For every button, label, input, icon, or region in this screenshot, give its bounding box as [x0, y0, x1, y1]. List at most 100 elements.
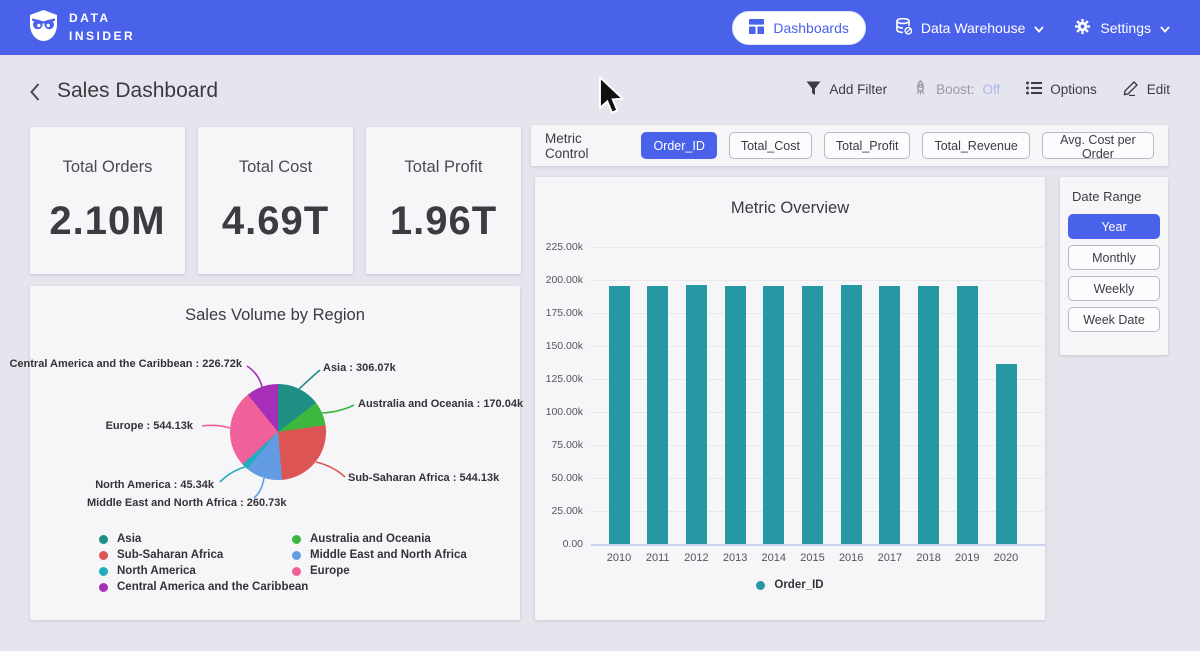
chevron-down-icon — [1034, 20, 1044, 36]
bar-2013[interactable] — [725, 286, 746, 544]
bar-2020[interactable] — [996, 364, 1017, 544]
pencil-icon — [1123, 80, 1139, 99]
brand-logo[interactable]: DATA INSIDER — [30, 10, 135, 46]
y-axis-tick-label: 225.00k — [535, 241, 583, 253]
y-axis-tick-label: 200.00k — [535, 274, 583, 286]
x-axis-tick-label: 2020 — [984, 552, 1028, 564]
bar-legend-item[interactable]: Order_ID — [535, 579, 1045, 591]
rocket-icon — [913, 80, 928, 99]
legend-dot-icon — [292, 551, 301, 560]
funnel-icon — [806, 81, 821, 99]
back-button[interactable] — [28, 82, 48, 102]
date-range-weekly[interactable]: Weekly — [1068, 276, 1160, 301]
boost-state-value: Off — [982, 82, 1000, 97]
bar-chart-title: Metric Overview — [535, 199, 1045, 218]
bar-2017[interactable] — [879, 286, 900, 544]
legend-dot-icon — [756, 581, 765, 590]
kpi-label: Total Cost — [239, 158, 312, 177]
bar-2015[interactable] — [802, 286, 823, 544]
legend-dot-icon — [99, 535, 108, 544]
pie-slice-label-central-america-and-the-caribbean: Central America and the Caribbean : 226.… — [9, 358, 242, 370]
page-title: Sales Dashboard — [57, 79, 218, 103]
y-axis-tick-label: 100.00k — [535, 406, 583, 418]
kpi-value: 2.10M — [49, 199, 165, 244]
edit-button[interactable]: Edit — [1123, 80, 1170, 99]
bar-2010[interactable] — [609, 286, 630, 544]
legend-dot-icon — [99, 551, 108, 560]
database-icon — [896, 18, 912, 38]
kpi-label: Total Orders — [63, 158, 153, 177]
metric-option-avg-cost-per-order[interactable]: Avg. Cost per Order — [1042, 132, 1154, 159]
pie-slice-label-australia-and-oceania: Australia and Oceania : 170.04k — [358, 398, 523, 410]
pie-slice-label-europe: Europe : 544.13k — [106, 420, 193, 432]
nav-settings-label: Settings — [1100, 20, 1151, 36]
date-range-panel: Date Range Year Monthly Weekly Week Date — [1060, 177, 1168, 355]
date-range-options: Year Monthly Weekly Week Date — [1068, 214, 1160, 332]
bar-2011[interactable] — [647, 286, 668, 544]
kpi-label: Total Profit — [405, 158, 483, 177]
legend-label: Sub-Saharan Africa — [117, 549, 223, 561]
legend-label: Asia — [117, 533, 141, 545]
kpi-card-total-profit: Total Profit 1.96T — [366, 127, 521, 274]
chevron-down-icon — [1160, 20, 1170, 36]
legend-label: Australia and Oceania — [310, 533, 431, 545]
date-range-label: Date Range — [1072, 189, 1160, 204]
x-axis-tick-label: 2014 — [752, 552, 796, 564]
metric-option-total-cost[interactable]: Total_Cost — [729, 132, 812, 159]
options-button[interactable]: Options — [1026, 81, 1097, 98]
list-icon — [1026, 81, 1042, 98]
x-axis-tick-label: 2018 — [907, 552, 951, 564]
kpi-card-total-orders: Total Orders 2.10M — [30, 127, 185, 274]
pie-legend-item-central-america-and-the-caribbean[interactable]: Central America and the Caribbean — [99, 581, 308, 593]
date-range-week-date[interactable]: Week Date — [1068, 307, 1160, 332]
sales-volume-by-region-chart: Sales Volume by Region Asia : 306.07k Aus… — [30, 286, 520, 620]
y-axis-tick-label: 75.00k — [535, 439, 583, 451]
pie-legend-item-sub-saharan-africa[interactable]: Sub-Saharan Africa — [99, 549, 223, 561]
add-filter-button[interactable]: Add Filter — [806, 81, 887, 99]
pie-legend-item-europe[interactable]: Europe — [292, 565, 350, 577]
gridline — [591, 280, 1043, 281]
pie-chart[interactable] — [230, 384, 326, 480]
metric-option-order-id[interactable]: Order_ID — [641, 132, 716, 159]
legend-label: Europe — [310, 565, 350, 577]
metric-option-total-revenue[interactable]: Total_Revenue — [922, 132, 1029, 159]
kpi-card-total-cost: Total Cost 4.69T — [198, 127, 353, 274]
date-range-monthly[interactable]: Monthly — [1068, 245, 1160, 270]
pie-legend-item-middle-east-and-north-africa[interactable]: Middle East and North Africa — [292, 549, 467, 561]
metric-overview-chart: Metric Overview 0.0025.00k50.00k75.00k10… — [535, 177, 1045, 620]
gear-icon — [1074, 18, 1091, 38]
nav-settings-button[interactable]: Settings — [1074, 18, 1170, 38]
bar-legend-label: Order_ID — [774, 579, 823, 591]
legend-dot-icon — [292, 567, 301, 576]
pie-slice-label-asia: Asia : 306.07k — [323, 362, 396, 374]
y-axis-tick-label: 0.00 — [535, 538, 583, 550]
bar-2018[interactable] — [918, 286, 939, 544]
x-axis-tick-label: 2011 — [636, 552, 680, 564]
bar-2014[interactable] — [763, 286, 784, 544]
bar-2016[interactable] — [841, 285, 862, 544]
pie-slice-label-sub-saharan-africa: Sub-Saharan Africa : 544.13k — [348, 472, 499, 484]
legend-dot-icon — [292, 535, 301, 544]
legend-dot-icon — [99, 567, 108, 576]
pie-chart-title: Sales Volume by Region — [30, 306, 520, 325]
bar-2012[interactable] — [686, 285, 707, 544]
y-axis-tick-label: 125.00k — [535, 373, 583, 385]
kpi-value: 1.96T — [390, 199, 497, 244]
metric-control-bar: Metric Control Order_ID Total_Cost Total_P… — [531, 125, 1168, 166]
metric-option-total-profit[interactable]: Total_Profit — [824, 132, 911, 159]
pie-legend-item-australia-and-oceania[interactable]: Australia and Oceania — [292, 533, 431, 545]
bar-2019[interactable] — [957, 286, 978, 544]
legend-dot-icon — [99, 583, 108, 592]
x-axis-tick-label: 2017 — [868, 552, 912, 564]
nav-data-warehouse-button[interactable]: Data Warehouse — [896, 18, 1045, 38]
metric-control-options: Order_ID Total_Cost Total_Profit Total_Reve… — [641, 132, 1154, 159]
date-range-year[interactable]: Year — [1068, 214, 1160, 239]
metric-control-label: Metric Control — [545, 131, 625, 161]
pie-legend-item-north-america[interactable]: North America — [99, 565, 196, 577]
legend-label: North America — [117, 565, 196, 577]
gridline — [591, 247, 1043, 248]
dashboard-grid-icon — [749, 19, 764, 37]
boost-toggle[interactable]: Boost: Off — [913, 80, 1000, 99]
nav-dashboards-button[interactable]: Dashboards — [732, 11, 866, 45]
pie-legend-item-asia[interactable]: Asia — [99, 533, 141, 545]
